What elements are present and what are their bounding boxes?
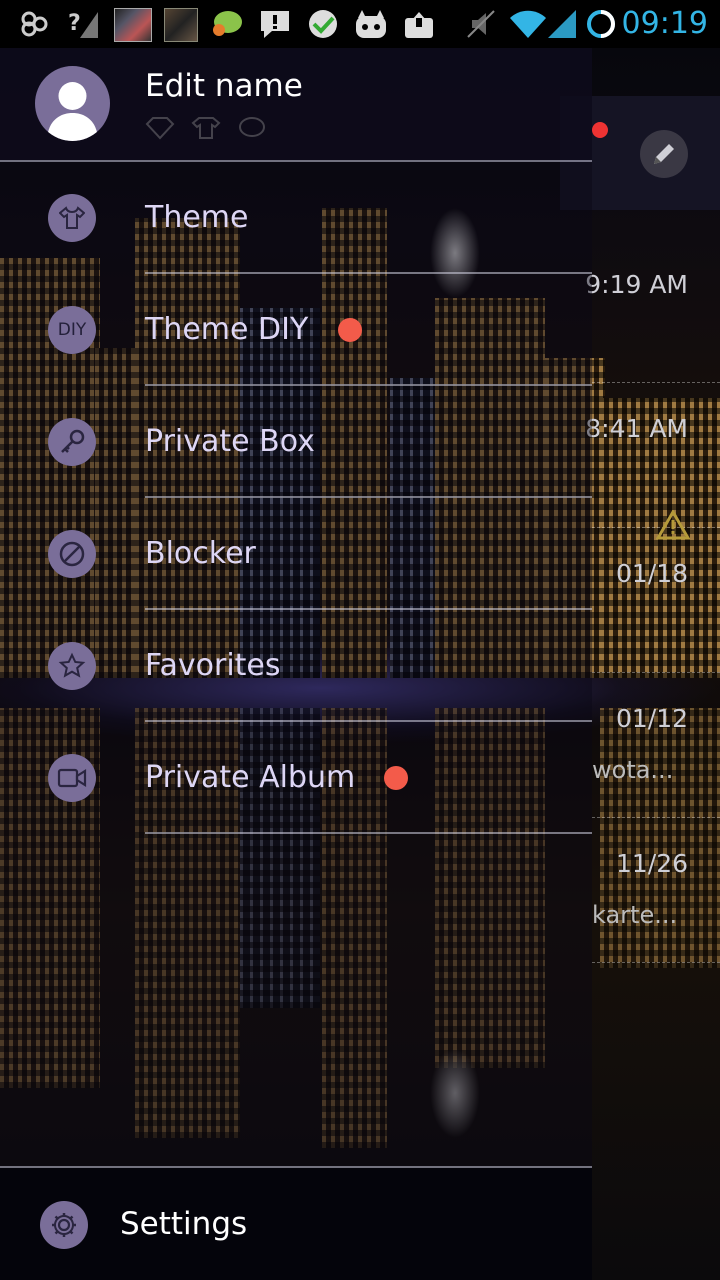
navigation-drawer: Edit name Theme DIY Theme DIY Private Bo… (0, 48, 592, 1280)
video-icon (48, 754, 96, 802)
conversation-time: 01/18 (615, 559, 688, 588)
avatar[interactable] (35, 66, 110, 141)
conversation-row[interactable]: 8:41 AM (585, 382, 720, 528)
infinity-icon (21, 11, 48, 37)
menu-item-label: Favorites (145, 648, 281, 683)
edit-name-label[interactable]: Edit name (145, 68, 303, 104)
menu-item-favorites[interactable]: Favorites (0, 610, 592, 722)
menu-item-label: Private Album (145, 760, 356, 795)
pencil-icon (654, 144, 674, 164)
conversation-row[interactable]: 9:19 AM (585, 248, 720, 383)
menu-item-theme[interactable]: Theme (0, 162, 592, 274)
new-badge-dot (384, 766, 408, 790)
compose-button[interactable] (640, 130, 688, 178)
conversation-row[interactable]: 01/12 wota... (592, 672, 720, 818)
menu-item-private-box[interactable]: Private Box (0, 386, 592, 498)
profile-badges (145, 116, 267, 140)
svg-text:?: ? (68, 11, 81, 36)
no-signal-icon: ? (68, 11, 98, 38)
app-thumbnail-icon (114, 8, 152, 42)
profile-header[interactable]: Edit name (0, 48, 592, 160)
menu-item-blocker[interactable]: Blocker (0, 498, 592, 610)
alert-icon (261, 11, 289, 38)
cyanogen-icon (356, 10, 386, 38)
battery-circle-icon (587, 10, 615, 38)
conversation-time: 01/12 (615, 704, 688, 733)
menu-item-theme-diy[interactable]: DIY Theme DIY (0, 274, 592, 386)
block-icon (48, 530, 96, 578)
upload-icon (405, 12, 433, 38)
shirt-icon (191, 117, 221, 139)
menu-item-label: Private Box (145, 424, 315, 459)
conversation-row[interactable]: 01/18 (592, 527, 720, 673)
star-icon (48, 642, 96, 690)
settings-button[interactable]: Settings (0, 1168, 592, 1280)
conversation-time: 9:19 AM (585, 270, 688, 299)
shirt-icon (48, 194, 96, 242)
wifi-icon (510, 10, 546, 38)
clock: 09:19 (621, 6, 708, 41)
app-check-icon (309, 10, 337, 38)
menu-item-label: Theme DIY (145, 312, 309, 347)
mute-icon (467, 10, 495, 38)
key-icon (48, 418, 96, 466)
unread-dot (592, 122, 608, 138)
conversation-time: 8:41 AM (585, 414, 688, 443)
divider (145, 832, 592, 834)
person-icon (47, 82, 98, 141)
diy-icon: DIY (48, 306, 96, 354)
chat-bubble-icon (239, 117, 265, 137)
chat-bubble-icon (213, 11, 242, 36)
app-thumbnail-icon (164, 8, 198, 42)
menu-item-private-album[interactable]: Private Album (0, 722, 592, 834)
signal-icon (548, 10, 576, 38)
diamond-icon (145, 117, 175, 140)
conversation-snippet: wota... (592, 756, 674, 784)
menu-item-label: Theme (145, 200, 249, 235)
menu-item-label: Blocker (145, 536, 256, 571)
gear-icon (40, 1201, 88, 1249)
new-badge-dot (338, 318, 362, 342)
conversation-snippet: karte... (592, 901, 678, 929)
settings-label: Settings (120, 1206, 248, 1242)
status-bar: ? 09:19 (0, 0, 720, 48)
conversation-time: 11/26 (615, 849, 688, 878)
conversation-row[interactable]: 11/26 karte... (592, 817, 720, 963)
